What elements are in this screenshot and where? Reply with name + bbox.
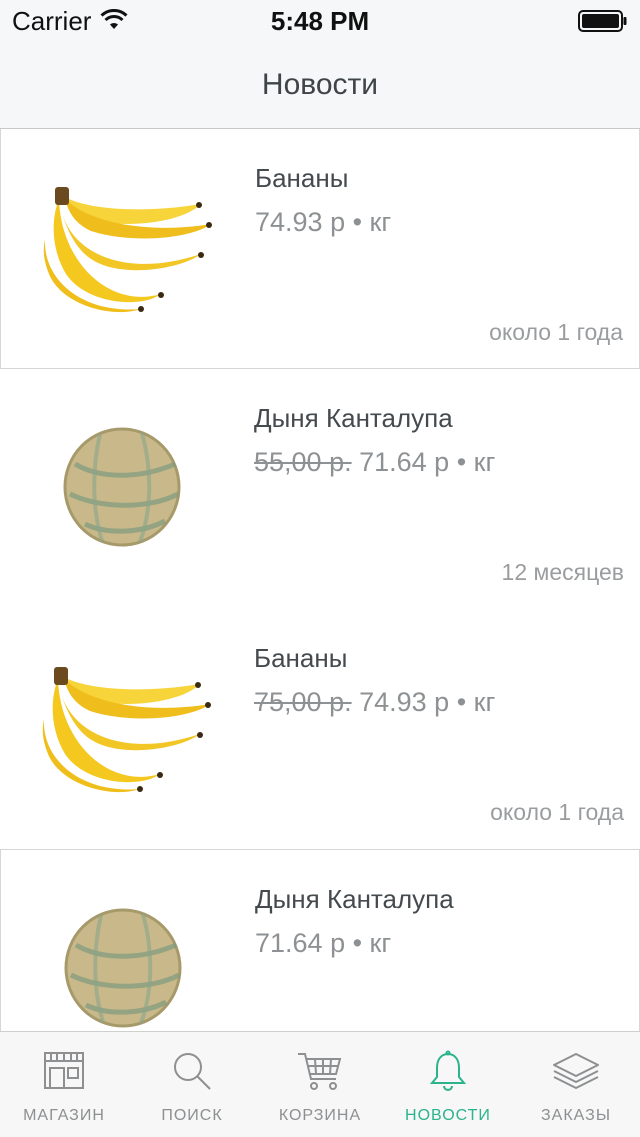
search-icon xyxy=(174,1053,211,1090)
product-price: 74.93 р • кг xyxy=(255,207,391,238)
clock-label: 5:48 PM xyxy=(270,6,370,36)
tab-label: КОРЗИНА xyxy=(278,1107,362,1124)
news-item[interactable]: Бананы 74.93 р • кг около 1 года xyxy=(0,129,640,369)
page-title: Новости xyxy=(261,68,379,101)
tab-label: НОВОСТИ xyxy=(405,1107,491,1124)
banana-image xyxy=(31,169,231,329)
tab-store[interactable]: МАГАЗИН xyxy=(0,1032,128,1137)
tab-bar: МАГАЗИН ПОИСК КОРЗИНА НОВОСТИ ЗАКАЗЫ xyxy=(0,1031,640,1137)
tab-orders[interactable]: ЗАКАЗЫ xyxy=(512,1032,640,1137)
banana-image xyxy=(30,649,230,809)
news-item[interactable]: Дыня Канталупа 55,00 р. 71.64 р • кг 12 … xyxy=(0,369,640,609)
product-price: 75,00 р. 74.93 р • кг xyxy=(254,687,495,718)
posted-time: 12 месяцев xyxy=(501,559,624,585)
tab-search[interactable]: ПОИСК xyxy=(128,1032,256,1137)
store-icon xyxy=(44,1052,84,1089)
status-bar: Carrier 5:48 PM xyxy=(0,0,640,40)
news-item[interactable]: Бананы 75,00 р. 74.93 р • кг около 1 год… xyxy=(0,609,640,849)
product-name: Дыня Канталупа xyxy=(254,403,453,433)
news-feed[interactable]: Бананы 74.93 р • кг около 1 года Дыня Ка… xyxy=(0,129,640,1031)
old-price: 55,00 р. xyxy=(254,447,352,477)
layers-icon xyxy=(553,1053,599,1089)
tab-news[interactable]: НОВОСТИ xyxy=(384,1032,512,1137)
product-name: Дыня Канталупа xyxy=(255,884,454,914)
product-price: 55,00 р. 71.64 р • кг xyxy=(254,447,495,478)
navigation-bar: Новости xyxy=(0,40,640,129)
bell-icon xyxy=(429,1050,467,1091)
battery-icon xyxy=(578,10,628,37)
product-name: Бананы xyxy=(254,643,348,673)
current-price: 71.64 р • кг xyxy=(255,928,392,958)
product-name: Бананы xyxy=(255,163,349,193)
product-price: 71.64 р • кг xyxy=(255,928,391,959)
posted-time: около 1 года xyxy=(489,319,623,345)
news-item[interactable]: Дыня Канталупа 71.64 р • кг xyxy=(0,849,640,1031)
tab-label: МАГАЗИН xyxy=(23,1107,105,1124)
current-price: 71.64 р • кг xyxy=(359,447,496,477)
tab-cart[interactable]: КОРЗИНА xyxy=(256,1032,384,1137)
tab-label: ПОИСК xyxy=(161,1107,223,1124)
current-price: 74.93 р • кг xyxy=(359,687,496,717)
old-price: 75,00 р. xyxy=(254,687,352,717)
tab-label: ЗАКАЗЫ xyxy=(541,1107,611,1124)
cart-icon xyxy=(298,1053,342,1090)
current-price: 74.93 р • кг xyxy=(255,207,392,237)
melon-image xyxy=(30,409,230,569)
posted-time: около 1 года xyxy=(490,799,624,825)
melon-image xyxy=(31,890,231,1031)
